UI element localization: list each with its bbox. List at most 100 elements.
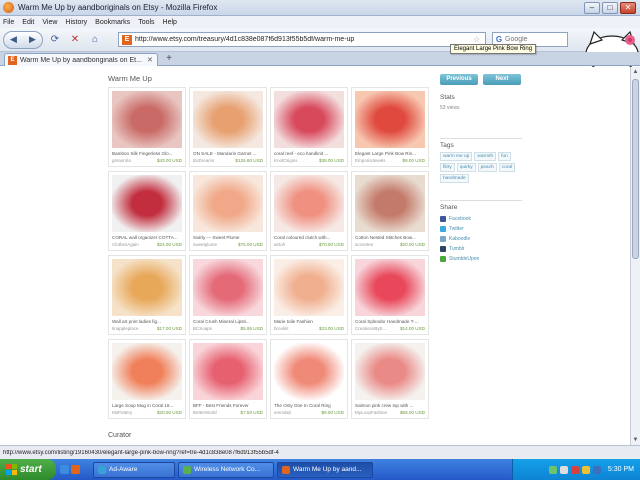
tag-chip[interactable]: coral (498, 163, 516, 172)
treasury-item[interactable]: Coral coloured clutch with... airtoh $70.0… (270, 171, 348, 251)
menu-file[interactable]: File (3, 19, 14, 26)
item-shop[interactable]: accenten (355, 242, 395, 247)
share-link-twitter[interactable]: Twitter (440, 224, 522, 234)
item-thumbnail[interactable] (193, 91, 263, 148)
share-link-facebook[interactable]: Facebook (440, 214, 522, 224)
reload-icon[interactable]: ⟳ (47, 32, 63, 48)
treasury-item[interactable]: Marie toile Fashion brooklit $23.00 USD (270, 255, 348, 335)
item-shop[interactable]: emmilab (274, 410, 314, 415)
treasury-item[interactable]: Swirly --- Sweet Plume sweetplume $75.00 U… (189, 171, 267, 251)
item-thumbnail[interactable] (274, 91, 344, 148)
item-shop[interactable]: MyLoopFashion (355, 410, 395, 415)
item-thumbnail[interactable] (355, 343, 425, 400)
item-shop[interactable]: airtoh (274, 242, 314, 247)
item-thumbnail[interactable] (112, 91, 182, 148)
item-shop[interactable]: BetterWorld (193, 410, 233, 415)
item-title[interactable]: Wall art print ladies fig... (112, 319, 184, 324)
item-shop[interactable]: sweetplume (193, 242, 233, 247)
vertical-scrollbar[interactable]: ▲ ▼ (630, 67, 640, 445)
taskbar-item[interactable]: Ad-Aware (93, 461, 175, 478)
minimize-button[interactable]: – (584, 1, 600, 14)
quick-launch-firefox-icon[interactable] (71, 465, 80, 474)
item-shop[interactable]: EmporiaJewels (355, 158, 395, 163)
item-thumbnail[interactable] (112, 343, 182, 400)
treasury-item[interactable]: Cotton Nested Stitches Bow... accenten $20… (351, 171, 429, 251)
item-thumbnail[interactable] (274, 343, 344, 400)
share-link-tumblr[interactable]: Tumblr (440, 244, 522, 254)
menu-help[interactable]: Help (163, 19, 177, 26)
item-shop[interactable]: KnotOrigins (274, 158, 314, 163)
taskbar-item[interactable]: Wireless Network Co... (178, 461, 274, 478)
item-title[interactable]: Marie toile Fashion (274, 319, 346, 324)
item-shop[interactable]: KBPottery (112, 410, 152, 415)
treasury-item[interactable]: Wall art print ladies fig... tinappleplac… (108, 255, 186, 335)
item-shop[interactable]: ClothesAgain (112, 242, 152, 247)
item-thumbnail[interactable] (274, 259, 344, 316)
start-button[interactable]: start (0, 459, 56, 480)
url-text[interactable]: http://www.etsy.com/treasury/4d1c838e087… (135, 36, 473, 43)
share-link-kaboodle[interactable]: Kaboodle (440, 234, 522, 244)
item-thumbnail[interactable] (112, 175, 182, 232)
item-title[interactable]: Cotton Nested Stitches Bow... (355, 235, 427, 240)
stop-icon[interactable]: ✕ (67, 32, 83, 48)
new-tab-button[interactable]: + (162, 54, 176, 65)
item-title[interactable]: Large Soup Mug in Coral 16... (112, 403, 184, 408)
item-title[interactable]: Swirly --- Sweet Plume (193, 235, 265, 240)
bookmark-star-icon[interactable]: ☆ (473, 35, 485, 44)
scroll-thumb[interactable] (632, 79, 639, 259)
forward-arrow-icon[interactable]: ▶ (29, 34, 36, 45)
item-shop[interactable]: brooklit (274, 326, 314, 331)
item-title[interactable]: coral reef - eco handknit ... (274, 151, 346, 156)
treasury-item[interactable]: Bamboo Silk Fingerless Glo... gmanrola $43… (108, 87, 186, 167)
item-shop[interactable]: BCSoaps (193, 326, 233, 331)
tray-update-icon[interactable] (581, 465, 590, 474)
tray-volume-icon[interactable] (559, 465, 568, 474)
tray-app-icon[interactable] (592, 465, 601, 474)
menu-bookmarks[interactable]: Bookmarks (95, 19, 130, 26)
item-thumbnail[interactable] (355, 175, 425, 232)
tray-network-icon[interactable] (548, 465, 557, 474)
home-icon[interactable]: ⌂ (87, 32, 103, 48)
tag-chip[interactable]: flirty (440, 163, 455, 172)
search-input[interactable] (505, 36, 557, 43)
treasury-item[interactable]: CORAL wall organizer COTTA... ClothesAgai… (108, 171, 186, 251)
tag-chip[interactable]: warmth (474, 152, 497, 161)
item-title[interactable]: Coral Crush Mineral Lipsti... (193, 319, 265, 324)
item-title[interactable]: CORAL wall organizer COTTA... (112, 235, 184, 240)
address-bar[interactable]: E http://www.etsy.com/treasury/4d1c838e0… (118, 32, 486, 47)
item-title[interactable]: Salmon pink crew top with ... (355, 403, 427, 408)
treasury-item[interactable]: Salmon pink crew top with ... MyLoopFashi… (351, 339, 429, 419)
item-shop[interactable]: tinappleplace (112, 326, 152, 331)
item-thumbnail[interactable] (193, 175, 263, 232)
item-title[interactable]: BFF - Best Friends Forever (193, 403, 265, 408)
treasury-item[interactable]: coral reef - eco handknit ... KnotOrigins… (270, 87, 348, 167)
tag-chip[interactable]: peach (477, 163, 497, 172)
treasury-item[interactable]: Coral Crush Mineral Lipsti... BCSoaps $5.9… (189, 255, 267, 335)
item-thumbnail[interactable] (355, 259, 425, 316)
item-title[interactable]: The Only One In Coral Ring (274, 403, 346, 408)
item-title[interactable]: ON SALE - Mandarin Garnet ... (193, 151, 265, 156)
back-arrow-icon[interactable]: ◀ (10, 34, 17, 45)
item-title[interactable]: Coral coloured clutch with... (274, 235, 346, 240)
item-title[interactable]: Coral Splendor Handmade T-... (355, 319, 427, 324)
menu-tools[interactable]: Tools (138, 19, 154, 26)
close-button[interactable]: ✕ (620, 1, 636, 14)
item-thumbnail[interactable] (355, 91, 425, 148)
treasury-item[interactable]: Elegant Large Pink Bow Rin... EmporiaJewe… (351, 87, 429, 167)
tag-chip[interactable]: handmade (440, 174, 469, 183)
item-thumbnail[interactable] (193, 343, 263, 400)
treasury-item[interactable]: Large Soup Mug in Coral 16... KBPottery $2… (108, 339, 186, 419)
tab-close-icon[interactable]: ✕ (147, 56, 157, 64)
google-icon[interactable]: G (493, 35, 505, 44)
taskbar-item[interactable]: Warm Me Up by aand... (277, 461, 373, 478)
item-shop[interactable]: CreationsByE... (355, 326, 395, 331)
tag-chip[interactable]: quirky (456, 163, 476, 172)
item-title[interactable]: Elegant Large Pink Bow Rin... (355, 151, 427, 156)
maximize-button[interactable]: □ (602, 1, 618, 14)
treasury-item[interactable]: ON SALE - Mandarin Garnet ... BoDreams $12… (189, 87, 267, 167)
item-thumbnail[interactable] (112, 259, 182, 316)
next-button[interactable]: Next (483, 74, 521, 85)
tray-security-icon[interactable] (570, 465, 579, 474)
menu-view[interactable]: View (42, 19, 57, 26)
tag-chip[interactable]: warm me up (440, 152, 473, 161)
